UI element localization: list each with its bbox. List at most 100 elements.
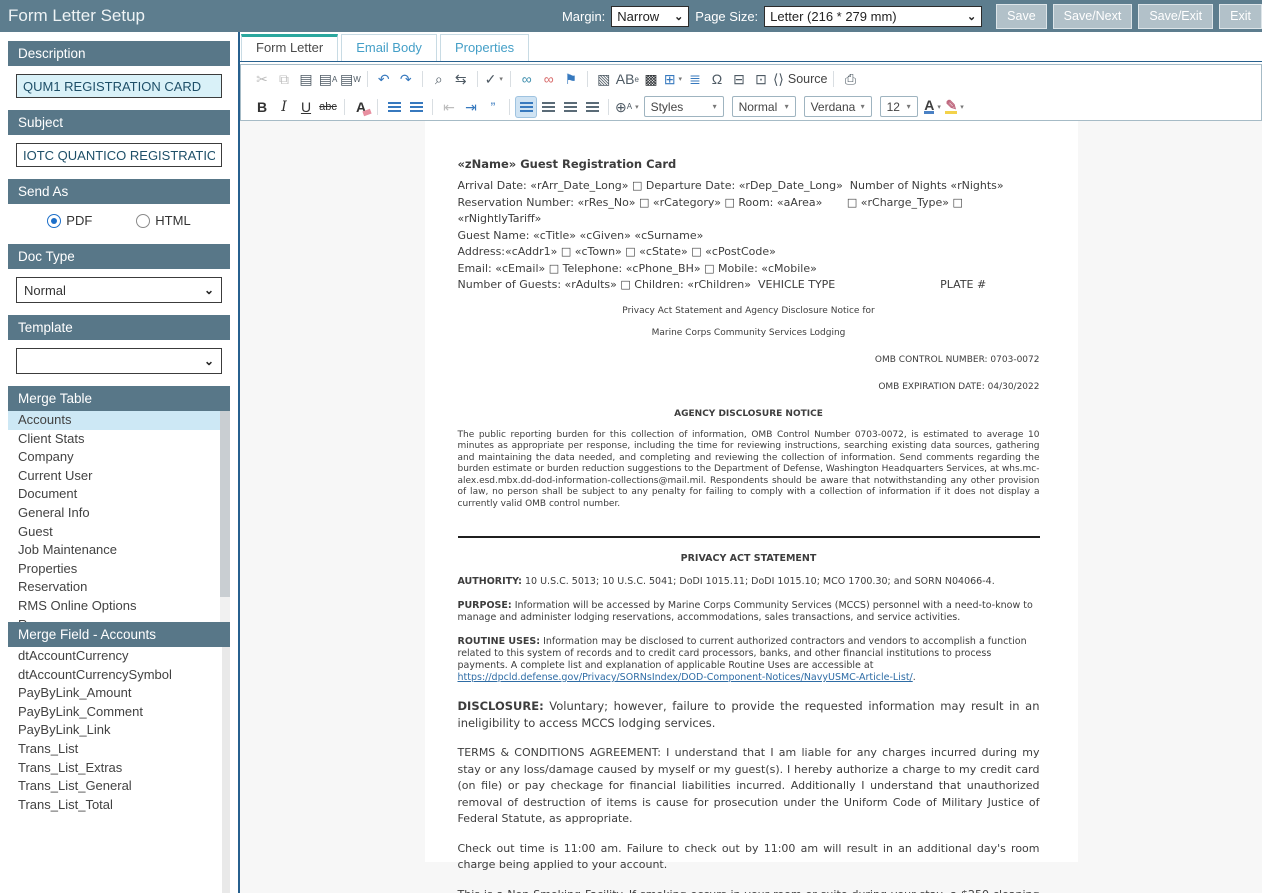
merge-table-item[interactable]: Reservation: [8, 578, 230, 597]
exit-button[interactable]: Exit: [1219, 3, 1262, 29]
doc-type-select[interactable]: Normal ⌄: [16, 277, 222, 303]
merge-table-item[interactable]: Client Stats: [8, 430, 230, 449]
sidebar: Description Subject Send As PDF HTML Doc…: [0, 32, 230, 893]
send-as-pdf-option[interactable]: PDF: [47, 213, 92, 228]
align-left-icon[interactable]: [516, 96, 536, 117]
toolbar-row-2: B I Uabc A ⇤ ⇥” ⊕ A ▾ Styles ▾ Normal ▾ Verdana ▾ 1…: [241, 92, 1261, 120]
subject-section-header: Subject: [8, 110, 230, 135]
document-page[interactable]: «zName» Guest Registration Card Arrival …: [424, 121, 1078, 893]
italic-icon[interactable]: I: [274, 97, 294, 117]
description-input[interactable]: [16, 74, 222, 98]
merge-field-item[interactable]: dtAccountCurrencySymbol: [8, 666, 230, 685]
merge-field-item[interactable]: PayByLink_Comment: [8, 703, 230, 722]
font-select[interactable]: Verdana ▾: [803, 96, 872, 117]
tab-email-body[interactable]: Email Body: [341, 34, 437, 61]
align-right-icon[interactable]: [560, 97, 580, 117]
spellcheck-icon[interactable]: ✓ ▾: [484, 69, 504, 89]
blockquote-icon[interactable]: ”: [483, 97, 503, 117]
anchor-flag-icon[interactable]: ⚑: [561, 69, 581, 89]
remove-format-icon[interactable]: A: [351, 97, 371, 117]
merge-table-item[interactable]: Properties: [8, 560, 230, 579]
merge-field-item[interactable]: dtAccountCurrency: [8, 647, 230, 666]
special-char-icon[interactable]: Ω: [707, 69, 727, 89]
merge-field-item[interactable]: PayByLink_Amount: [8, 684, 230, 703]
chevron-down-icon: ▾: [784, 102, 789, 111]
merge-table-item[interactable]: RMS Online Options: [8, 597, 230, 616]
merge-field-item[interactable]: Trans_List_Total: [8, 796, 230, 815]
image-icon[interactable]: ▧: [594, 69, 614, 89]
underline-icon[interactable]: U: [296, 97, 316, 117]
disclosure-paragraph: DISCLOSURE: Voluntary; however, failure …: [457, 699, 1040, 730]
paste-icon[interactable]: ▤: [296, 69, 316, 89]
toolbar-separator: [608, 98, 609, 115]
send-as-html-option[interactable]: HTML: [136, 213, 191, 228]
bold-icon[interactable]: B: [252, 97, 272, 117]
page-break-icon[interactable]: ⊟: [729, 69, 749, 89]
scrollbar-track[interactable]: [220, 411, 230, 622]
tab-properties[interactable]: Properties: [439, 34, 530, 61]
merge-table-item[interactable]: General Info: [8, 504, 230, 523]
format-select[interactable]: Normal ▾: [731, 96, 796, 117]
merge-field-item[interactable]: PayByLink_Link: [8, 721, 230, 740]
paste-word-icon[interactable]: ▤ W: [340, 69, 361, 89]
merge-table-item[interactable]: Accounts: [8, 411, 230, 430]
find-icon[interactable]: ⌕: [429, 69, 449, 89]
merge-table-item[interactable]: Document: [8, 485, 230, 504]
print-icon[interactable]: ⎙: [840, 69, 860, 89]
bullet-list-icon[interactable]: [406, 97, 426, 117]
chevron-down-icon: ⌄: [203, 354, 214, 368]
horizontal-line-icon[interactable]: ≣: [685, 69, 705, 89]
radio-unselected-icon[interactable]: [136, 213, 151, 228]
tab-form-letter[interactable]: Form Letter: [241, 34, 339, 61]
merge-line: Email: «cEmail» □ Telephone: «cPhone_BH»…: [457, 261, 817, 275]
scrollbar-track[interactable]: [222, 647, 230, 893]
merge-table-item[interactable]: Job Maintenance: [8, 541, 230, 560]
merge-table-item[interactable]: Current User: [8, 467, 230, 486]
undo-icon[interactable]: ↶: [374, 69, 394, 89]
strikethrough-icon[interactable]: abc: [318, 97, 338, 117]
numbered-list-icon[interactable]: [384, 97, 404, 117]
save-button[interactable]: Save: [996, 3, 1047, 29]
save-exit-button[interactable]: Save/Exit: [1138, 3, 1214, 29]
unlink-icon[interactable]: ∞: [539, 69, 559, 89]
header-buttons: Save Save/Next Save/Exit Exit: [996, 3, 1262, 29]
margin-select[interactable]: Narrow ⌄: [611, 5, 690, 27]
placeholder-icon[interactable]: AB e: [616, 69, 639, 89]
indent-icon[interactable]: ⇥: [461, 97, 481, 117]
align-center-icon[interactable]: [538, 97, 558, 117]
send-as-section-header: Send As: [8, 179, 230, 204]
burden-paragraph: The public reporting burden for this col…: [457, 429, 1040, 509]
language-icon[interactable]: ⊕ A ▾: [615, 97, 639, 117]
align-justify-icon[interactable]: [582, 97, 602, 117]
iframe-icon[interactable]: ⊡: [751, 69, 771, 89]
link-icon[interactable]: ∞: [517, 69, 537, 89]
scrollbar-thumb[interactable]: [220, 411, 230, 597]
merge-field-item[interactable]: Trans_List_General: [8, 777, 230, 796]
text-color-icon[interactable]: A ▾: [923, 97, 943, 117]
save-next-button[interactable]: Save/Next: [1052, 3, 1133, 29]
replace-icon[interactable]: ⇆: [451, 69, 471, 89]
redo-icon[interactable]: ↷: [396, 69, 416, 89]
table-icon[interactable]: ⊞ ▾: [663, 69, 683, 89]
merge-field-item[interactable]: Trans_List_Extras: [8, 759, 230, 778]
highlight-color-icon[interactable]: ✎ ▾: [945, 97, 965, 117]
subject-input[interactable]: [16, 143, 222, 167]
merge-table-item[interactable]: Company: [8, 448, 230, 467]
agency-disclosure-heading: AGENCY DISCLOSURE NOTICE: [674, 408, 823, 419]
font-size-select[interactable]: 12 ▾: [879, 96, 918, 117]
paste-text-icon[interactable]: ▤ A: [318, 69, 338, 89]
document-title: «zName» Guest Registration Card: [457, 157, 677, 171]
merge-table-item[interactable]: Room: [8, 616, 230, 622]
toolbar-row-1: ✂ ⧉ ▤ ▤ A ▤ W ↶ ↷ ⌕ ⇆ ✓ ▾ ∞ ∞ ⚑ ▧ AB e ▩ ⊞ ▾ ≣ Ω ⊟ ⊡ ⟨⟩ Source ⎙: [241, 65, 1261, 92]
template-select[interactable]: ⌄: [16, 348, 222, 374]
page-size-select[interactable]: Letter (216 * 279 mm) ⌄: [764, 5, 983, 27]
radio-selected-icon[interactable]: [47, 213, 62, 228]
chevron-down-icon: ⌄: [966, 10, 977, 23]
source-icon[interactable]: ⟨⟩ Source: [773, 69, 828, 89]
image2-icon[interactable]: ▩: [641, 69, 661, 89]
routine-uses-link[interactable]: https://dpcld.defense.gov/Privacy/SORNsI…: [458, 672, 913, 683]
editor-canvas[interactable]: «zName» Guest Registration Card Arrival …: [240, 121, 1262, 893]
merge-table-item[interactable]: Guest: [8, 523, 230, 542]
merge-field-item[interactable]: Trans_List: [8, 740, 230, 759]
styles-select[interactable]: Styles ▾: [643, 96, 724, 117]
